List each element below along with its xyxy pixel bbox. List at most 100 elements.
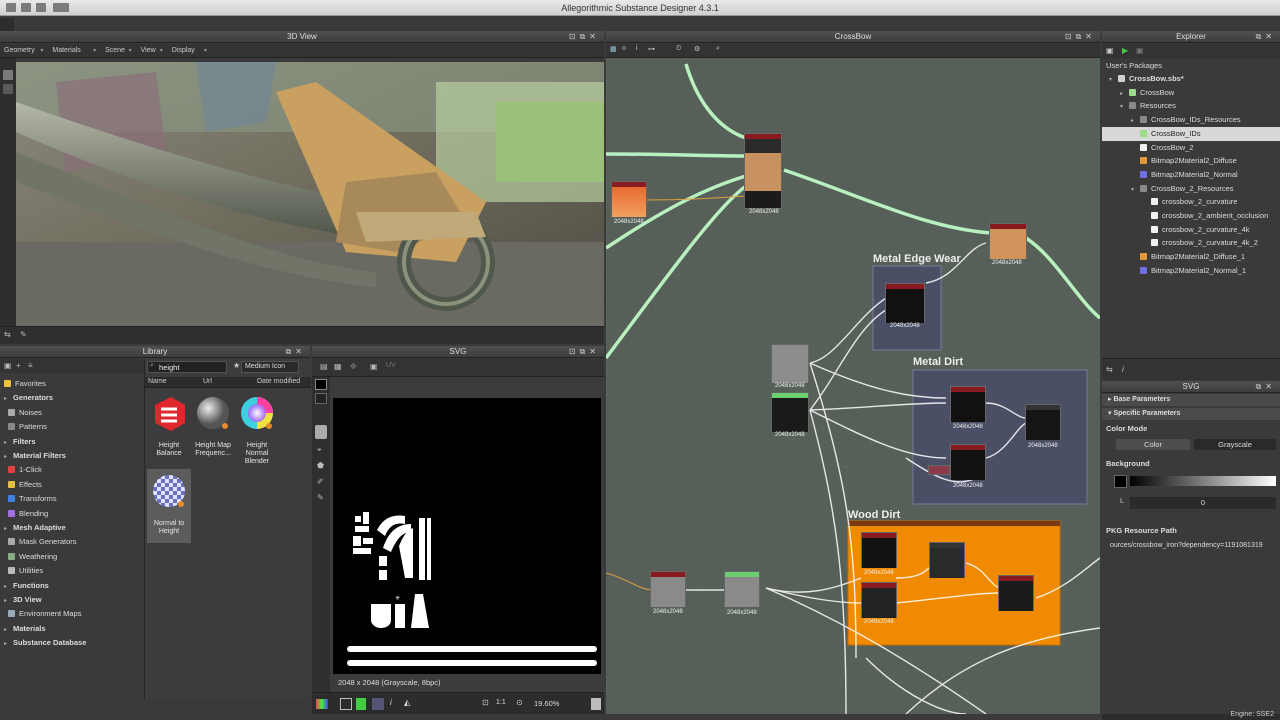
ratio-label[interactable]: 1:1 xyxy=(496,699,506,706)
pointer-tool-icon[interactable] xyxy=(315,425,327,439)
panel-controls[interactable]: ⧉✕ xyxy=(1256,381,1276,393)
menu-display[interactable]: Display xyxy=(172,47,195,54)
svg-select-icon[interactable]: ▤ xyxy=(320,362,328,371)
svg-uv-icon[interactable]: UV xyxy=(386,362,396,369)
menu-view[interactable]: View xyxy=(141,47,156,54)
library-search[interactable]: ⌕ height xyxy=(147,361,227,373)
info-icon[interactable]: i xyxy=(390,698,392,707)
library-item-height-normal-blender[interactable]: Height Normal Blender xyxy=(235,393,279,466)
light-tool-icon[interactable] xyxy=(3,84,13,94)
explorer-item-crossbow-2-resources[interactable]: ▾ CrossBow_2_Resources xyxy=(1131,182,1234,196)
expand-arrow-icon[interactable]: ▾ xyxy=(1120,100,1129,114)
params-info-icon[interactable]: i xyxy=(1122,365,1124,374)
search-input[interactable]: height xyxy=(159,363,179,372)
graph-node-curvature[interactable] xyxy=(771,392,809,432)
graph-canvas[interactable] xyxy=(606,58,1100,714)
library-category-materials[interactable]: ▸ Materials xyxy=(4,622,46,636)
fit-icon[interactable]: ⊡ xyxy=(482,698,489,707)
library-category-3d-view[interactable]: ▸ 3D View xyxy=(4,593,42,607)
library-category-substance-database[interactable]: ▸ Substance Database xyxy=(4,636,86,650)
library-category-noises[interactable]: Noises xyxy=(8,406,42,420)
graph-node-bitmap[interactable] xyxy=(611,181,647,217)
view-mode-select[interactable]: Medium Icon xyxy=(241,361,299,373)
channels-icon[interactable] xyxy=(316,699,328,709)
svg-image-icon[interactable]: ▣ xyxy=(370,362,378,371)
graph-view-icon[interactable]: ▦ xyxy=(610,45,617,53)
graph-node-dirt-blend[interactable] xyxy=(1025,404,1061,440)
grid-icon[interactable] xyxy=(372,698,384,710)
explorer-item-crossbow[interactable]: ▸ CrossBow xyxy=(1120,86,1174,100)
pencil-tool-icon[interactable]: ✎ xyxy=(317,493,324,502)
zoom-icon[interactable]: ⊙ xyxy=(516,698,523,707)
library-category-mask-generators[interactable]: Mask Generators xyxy=(8,535,77,549)
library-category-functions[interactable]: ▸ Functions xyxy=(4,579,49,593)
node-tool-icon[interactable]: ⌖ xyxy=(317,445,322,455)
green-channel-icon[interactable] xyxy=(356,698,366,710)
3d-viewport[interactable] xyxy=(16,62,604,326)
library-category-material-filters[interactable]: ▸ Material Filters xyxy=(4,449,66,463)
panel-controls[interactable]: ⧉✕ xyxy=(1256,31,1276,43)
library-category-utilities[interactable]: Utilities xyxy=(8,564,43,578)
histogram-icon[interactable]: ◭ xyxy=(404,698,410,707)
library-category-favorites[interactable]: Favorites xyxy=(4,377,46,391)
zoom-value[interactable]: 19.60% xyxy=(534,699,559,708)
graph-connect-icon[interactable]: ⊶ xyxy=(648,45,655,53)
menu-scene[interactable]: Scene xyxy=(105,47,125,54)
explorer-item-crossbow-2-ambient-occlusion[interactable]: crossbow_2_ambient_occlusion xyxy=(1142,209,1268,223)
graph-info-icon[interactable]: i xyxy=(636,45,638,52)
explorer-item-crossbow-ids-resources[interactable]: ▸ CrossBow_IDs_Resources xyxy=(1131,113,1241,127)
graph-node-wood-b[interactable] xyxy=(861,582,897,618)
explorer-item-crossbow-2[interactable]: CrossBow_2 xyxy=(1131,141,1194,155)
color-swatch-dark[interactable] xyxy=(315,393,327,404)
filter-icon[interactable]: ≡ xyxy=(28,361,33,370)
publish-icon[interactable]: ▣ xyxy=(1136,46,1144,55)
scroll-handle[interactable] xyxy=(591,698,601,710)
graph-settings-icon[interactable]: ⚙ xyxy=(694,45,700,53)
graph-node-dirt-a[interactable] xyxy=(950,386,986,422)
specific-parameters-section[interactable]: ▾ Specific Parameters xyxy=(1102,408,1280,420)
expand-arrow-icon[interactable]: ▾ xyxy=(1109,73,1118,87)
explorer-item-crossbow-ids[interactable]: CrossBow_IDs xyxy=(1102,126,1280,141)
graph-node-small[interactable] xyxy=(928,465,950,475)
library-category-1-click[interactable]: 1-Click xyxy=(8,463,42,477)
base-parameters-section[interactable]: ▸ Base Parameters xyxy=(1102,394,1280,406)
light-icon[interactable]: ✎ xyxy=(20,330,30,340)
new-package-icon[interactable]: ▣ xyxy=(1106,46,1114,55)
graph-node-diffuse[interactable] xyxy=(989,223,1027,259)
library-item-height-map-frequencies[interactable]: Height Map Frequenc... xyxy=(191,393,235,458)
library-item-height-balance[interactable]: Height Balance xyxy=(147,393,191,458)
library-category-mesh-adaptive[interactable]: ▸ Mesh Adaptive xyxy=(4,521,66,535)
library-category-environment-maps[interactable]: Environment Maps xyxy=(8,607,82,621)
column-name[interactable]: Name xyxy=(148,378,167,385)
menu-materials[interactable]: Materials xyxy=(52,47,80,54)
graph-node-crossbow-output[interactable] xyxy=(744,133,782,209)
svg-move-icon[interactable]: ✥ xyxy=(350,362,357,371)
panel-controls[interactable]: ⧉✕ xyxy=(286,346,306,358)
color-mode-grayscale-button[interactable]: Grayscale xyxy=(1194,439,1276,450)
run-icon[interactable]: ▶ xyxy=(1122,46,1128,55)
library-home-icon[interactable]: ▣ xyxy=(4,361,12,370)
column-url[interactable]: Url xyxy=(203,378,212,385)
panel-controls[interactable]: ⊡⧉✕ xyxy=(569,31,600,43)
panel-controls[interactable]: ⊡⧉✕ xyxy=(1065,31,1096,43)
add-icon[interactable]: + xyxy=(16,361,21,370)
graph-node-gray[interactable] xyxy=(771,344,809,383)
star-icon[interactable]: ★ xyxy=(233,361,240,370)
pen-tool-icon[interactable]: ✐ xyxy=(317,477,324,486)
explorer-item-bitmap2material2-normal[interactable]: Bitmap2Material2_Normal xyxy=(1131,168,1238,182)
camera-icon[interactable]: ⇆ xyxy=(4,330,14,340)
svg-canvas[interactable]: ✳ xyxy=(333,398,601,674)
library-category-generators[interactable]: ▸ Generators xyxy=(4,391,53,405)
explorer-item-crossbow-2-curvature-4k[interactable]: crossbow_2_curvature_4k xyxy=(1142,223,1250,237)
column-date[interactable]: Date modified xyxy=(257,378,300,385)
explorer-item-crossbow-2-curvature-4k-2[interactable]: crossbow_2_curvature_4k_2 xyxy=(1142,236,1258,250)
graph-node-input-b[interactable] xyxy=(724,571,760,607)
graph-node-wood-c[interactable] xyxy=(929,542,965,578)
color-mode-color-button[interactable]: Color xyxy=(1116,439,1190,450)
explorer-item-crossbow-sbs-[interactable]: ▾ CrossBow.sbs* xyxy=(1109,72,1184,86)
graph-timer-icon[interactable]: ⏲ xyxy=(676,45,681,53)
graph-node-dirt-b[interactable] xyxy=(950,444,986,480)
library-category-weathering[interactable]: Weathering xyxy=(8,550,57,564)
explorer-item-crossbow-2-curvature[interactable]: crossbow_2_curvature xyxy=(1142,195,1237,209)
graph-search-icon[interactable]: ⌕ xyxy=(716,45,720,53)
